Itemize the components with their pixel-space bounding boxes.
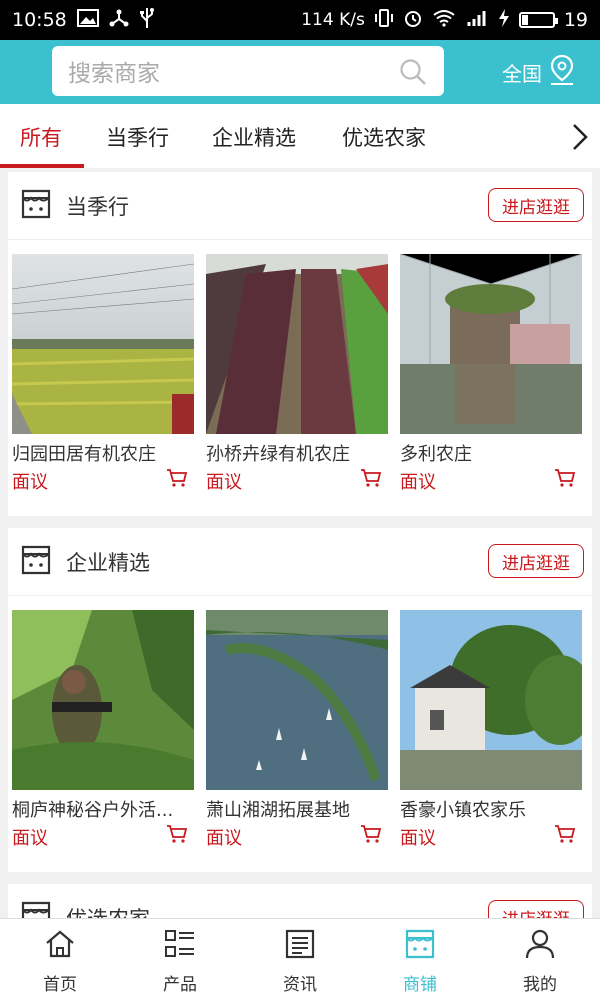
product-card[interactable]: 萧山湘湖拓展基地 面议 — [206, 610, 388, 850]
bottom-navigation: 首页 产品 资讯 商铺 我的 — [0, 918, 600, 1000]
product-card[interactable]: 香豪小镇农家乐 面议 — [400, 610, 582, 850]
tab-all[interactable]: 所有 — [20, 122, 62, 152]
item-name: 香豪小镇农家乐 — [400, 800, 526, 821]
list-icon — [164, 929, 196, 964]
tab-farmhouse[interactable]: 优选农家 — [342, 122, 426, 152]
section-seasonal: 当季行 进店逛逛 归园田居有机农庄 面议 孙桥卉绿有机农庄 面议 多利农庄 面议 — [8, 172, 592, 516]
section-title: 企业精选 — [66, 550, 150, 575]
visit-store-button[interactable]: 进店逛逛 — [488, 188, 584, 222]
product-card[interactable]: 孙桥卉绿有机农庄 面议 — [206, 254, 388, 494]
nav-label: 首页 — [43, 975, 77, 995]
item-name: 桐庐神秘谷户外活... — [12, 800, 174, 821]
active-tab-indicator — [0, 164, 84, 168]
item-name: 归园田居有机农庄 — [12, 444, 156, 465]
product-card[interactable]: 桐庐神秘谷户外活... 面议 — [12, 610, 194, 850]
section-header: 企业精选 进店逛逛 — [8, 528, 592, 596]
product-card[interactable]: 归园田居有机农庄 面议 — [12, 254, 194, 494]
store-icon — [20, 188, 52, 224]
wifi-icon — [432, 9, 456, 32]
alarm-icon — [403, 8, 423, 33]
region-label: 全国 — [502, 62, 542, 86]
location-pin-icon — [548, 54, 576, 91]
region-selector[interactable]: 全国 — [502, 54, 576, 91]
home-icon — [44, 929, 76, 964]
nav-products[interactable]: 产品 — [120, 919, 240, 1000]
battery-level: 19 — [563, 9, 588, 31]
visit-store-button[interactable]: 进店逛逛 — [488, 900, 584, 918]
cart-icon[interactable] — [360, 824, 382, 848]
charging-icon — [498, 8, 510, 33]
section-enterprise: 企业精选 进店逛逛 桐庐神秘谷户外活... 面议 萧山湘湖拓展基地 面议 香豪小… — [8, 528, 592, 872]
outdoor-cs-game-photo[interactable] — [12, 610, 194, 790]
glass-greenhouse-garden-photo[interactable] — [400, 254, 582, 434]
nav-label: 产品 — [163, 975, 197, 995]
section-title: 当季行 — [66, 194, 129, 219]
cart-icon[interactable] — [166, 824, 188, 848]
cart-icon[interactable] — [554, 468, 576, 492]
tab-enterprise[interactable]: 企业精选 — [212, 122, 296, 152]
section-title: 优选农家 — [66, 903, 150, 918]
section-farmhouse: 优选农家 进店逛逛 — [8, 884, 592, 918]
usb-icon — [139, 7, 155, 34]
item-name: 萧山湘湖拓展基地 — [206, 800, 350, 821]
nav-stores[interactable]: 商铺 — [360, 919, 480, 1000]
image-notification-icon — [76, 8, 99, 32]
cart-icon[interactable] — [360, 468, 382, 492]
store-icon — [20, 544, 52, 580]
network-speed: 114 K/s — [301, 10, 365, 30]
user-icon — [524, 929, 556, 964]
nav-news[interactable]: 资讯 — [240, 919, 360, 1000]
status-time: 10:58 — [12, 9, 67, 31]
battery-icon — [518, 12, 558, 28]
village-house-trees-photo[interactable] — [400, 610, 582, 790]
nav-profile[interactable]: 我的 — [480, 919, 600, 1000]
share-network-icon — [109, 8, 129, 33]
vibrate-icon — [374, 8, 394, 33]
signal-4g-icon — [465, 9, 489, 32]
status-bar: 10:58 114 K/s 19 — [0, 0, 600, 40]
nav-label: 我的 — [523, 975, 557, 995]
greenhouse-lettuce-photo[interactable] — [206, 254, 388, 434]
news-icon — [284, 929, 316, 964]
category-tabs: 所有 当季行 企业精选 优选农家 — [0, 104, 600, 168]
store-icon — [20, 900, 52, 918]
lake-aerial-photo[interactable] — [206, 610, 388, 790]
app-header: 搜索商家 全国 — [0, 40, 600, 104]
section-header: 当季行 进店逛逛 — [8, 172, 592, 240]
item-name: 多利农庄 — [400, 444, 472, 465]
store-icon — [404, 929, 436, 964]
visit-store-button[interactable]: 进店逛逛 — [488, 544, 584, 578]
search-icon[interactable] — [398, 57, 428, 91]
rapeseed-field-photo[interactable] — [12, 254, 194, 434]
item-name: 孙桥卉绿有机农庄 — [206, 444, 350, 465]
section-header: 优选农家 进店逛逛 — [8, 884, 592, 918]
cart-icon[interactable] — [554, 824, 576, 848]
chevron-right-icon[interactable] — [570, 122, 590, 156]
search-placeholder: 搜索商家 — [68, 61, 160, 87]
product-card[interactable]: 多利农庄 面议 — [400, 254, 582, 494]
cart-icon[interactable] — [166, 468, 188, 492]
tab-seasonal[interactable]: 当季行 — [106, 122, 169, 152]
nav-label: 资讯 — [283, 975, 317, 995]
search-input[interactable]: 搜索商家 — [52, 46, 444, 96]
nav-home[interactable]: 首页 — [0, 919, 120, 1000]
nav-label: 商铺 — [403, 975, 437, 995]
